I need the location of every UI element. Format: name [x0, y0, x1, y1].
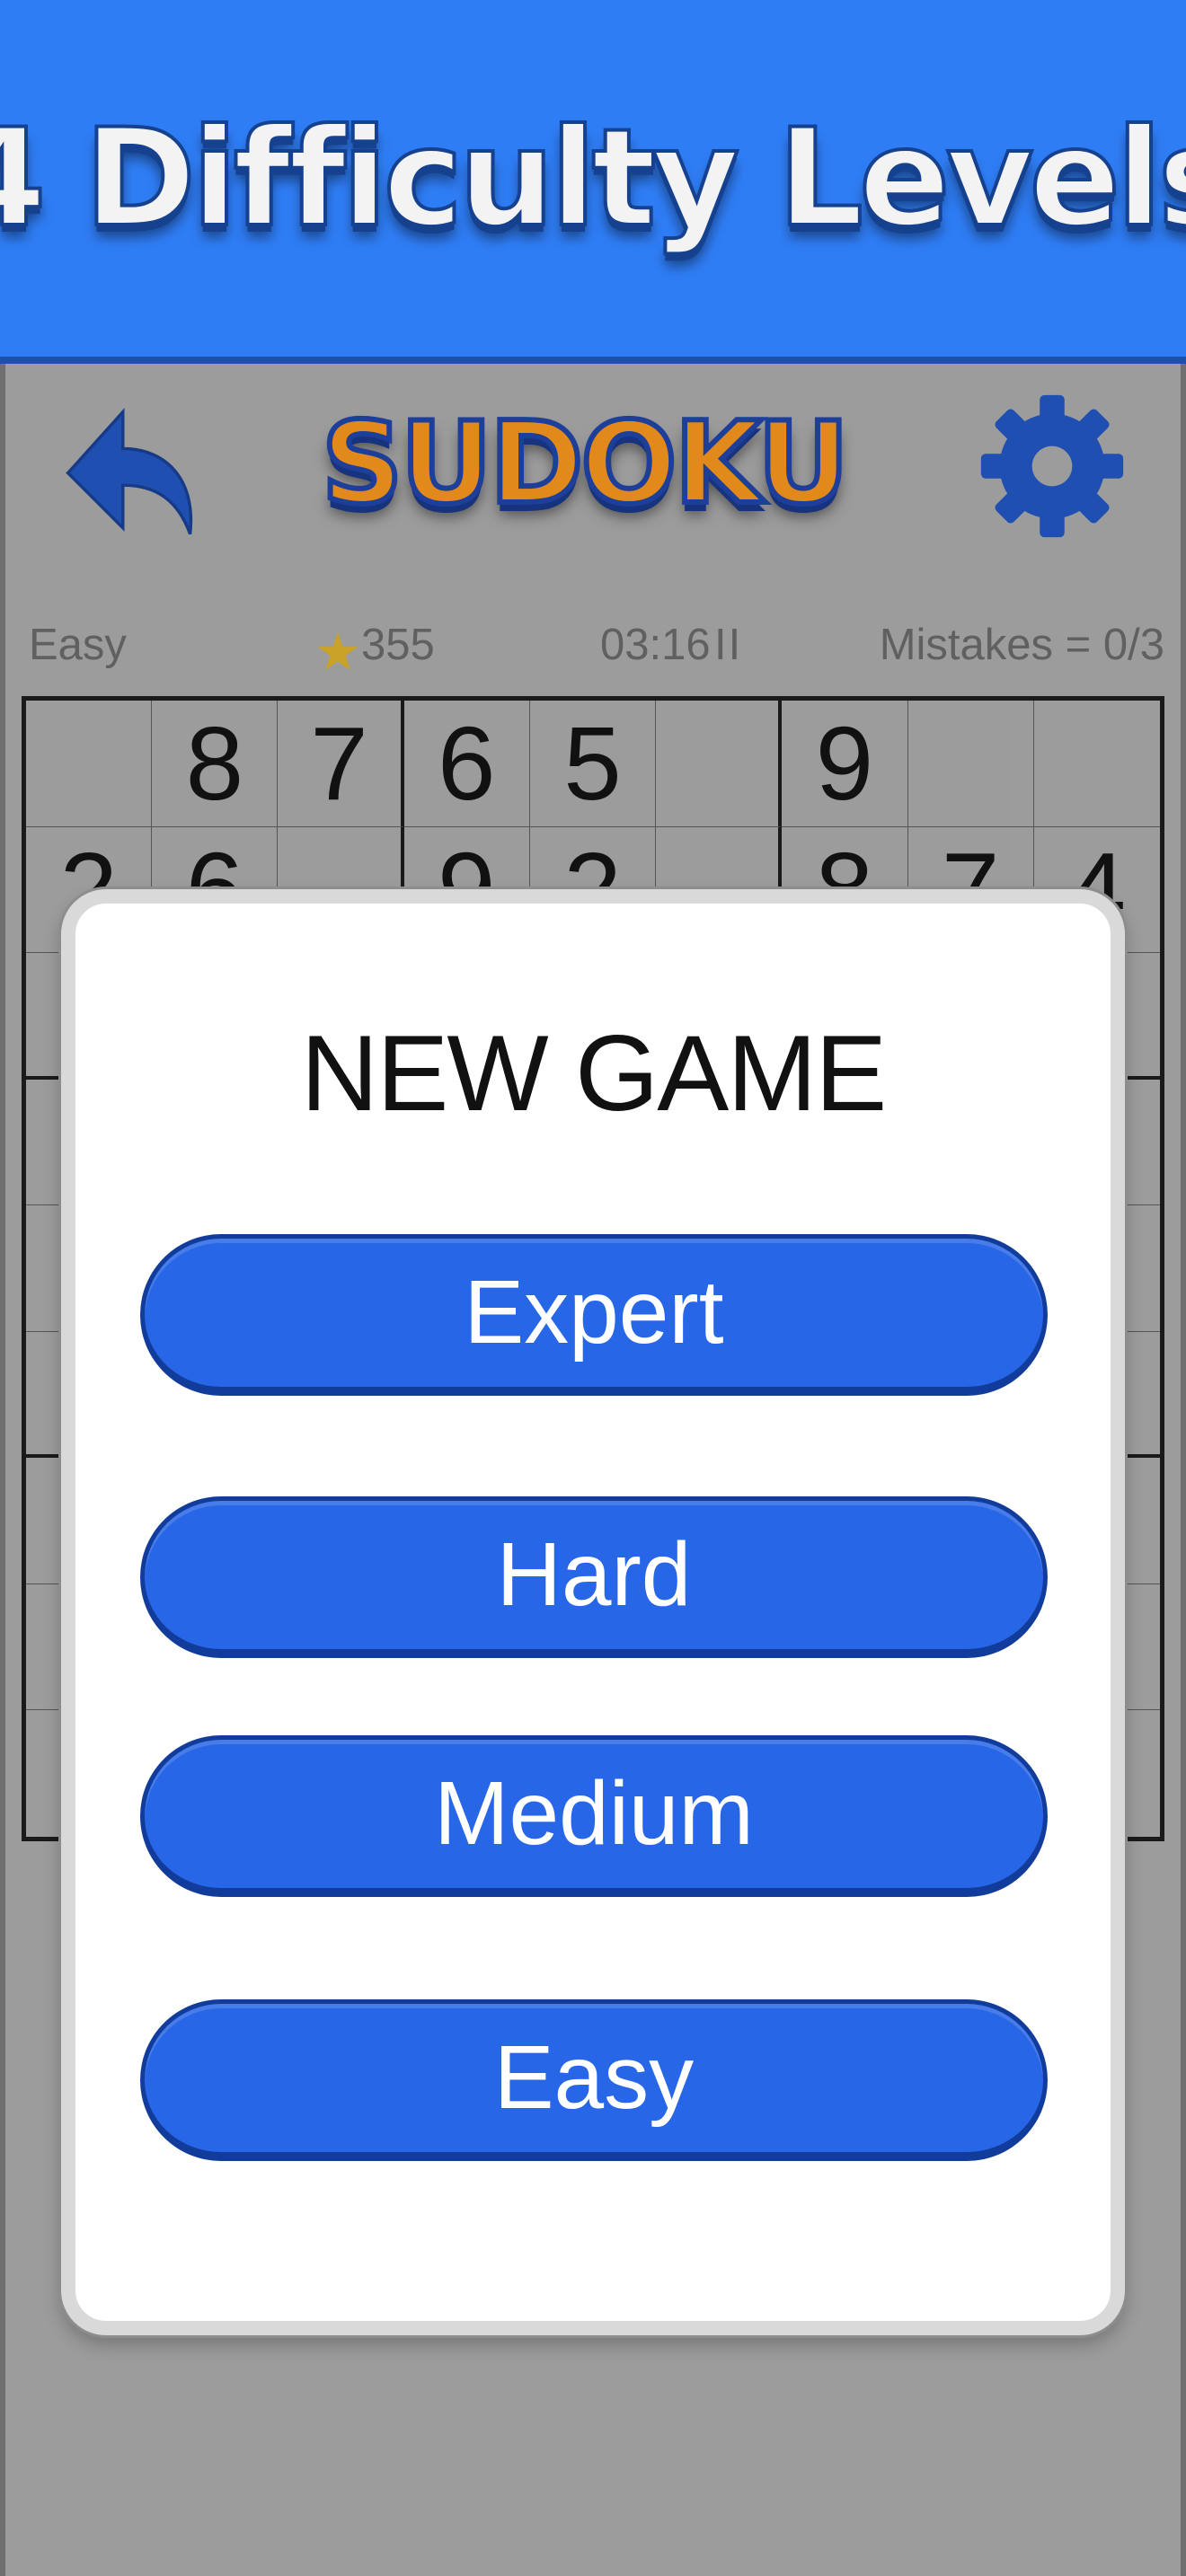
easy-button[interactable]: Easy	[140, 1999, 1048, 2161]
board-cell[interactable]: 9	[782, 701, 908, 827]
dialog-title: NEW GAME	[300, 1013, 888, 1134]
right-edge	[1181, 364, 1186, 2576]
medium-button[interactable]: Medium	[140, 1735, 1048, 1897]
status-bar: Easy ★ 355 03:16 II Mistakes = 0/3	[0, 620, 1186, 692]
left-edge	[0, 364, 5, 2576]
banner-title: 4 Difficulty Levels	[0, 99, 1186, 259]
pause-button[interactable]: II	[714, 620, 742, 670]
board-cell[interactable]: 7	[278, 701, 404, 827]
sudoku-logo: SUDOKU	[319, 394, 853, 532]
score: ★ 355	[314, 620, 435, 682]
board-cell[interactable]	[656, 701, 783, 827]
board-cell[interactable]: 8	[152, 701, 279, 827]
difficulty-label: Easy	[29, 621, 127, 669]
new-game-dialog: NEW GAME Expert Hard Medium Easy	[61, 889, 1125, 2335]
gear-icon[interactable]	[975, 389, 1129, 543]
mistakes-counter: Mistakes = 0/3	[879, 621, 1164, 669]
board-cell[interactable]: 6	[403, 701, 530, 827]
board-cell[interactable]	[1033, 701, 1160, 827]
game-header: SUDOKU	[0, 364, 1186, 561]
hard-button[interactable]: Hard	[140, 1496, 1048, 1658]
star-icon: ★	[314, 623, 361, 682]
score-value: 355	[361, 621, 435, 669]
board-cell[interactable]	[907, 701, 1034, 827]
timer: 03:16	[600, 621, 711, 669]
undo-arrow-icon[interactable]	[56, 400, 208, 552]
expert-button[interactable]: Expert	[140, 1234, 1048, 1396]
board-cell[interactable]: 5	[529, 701, 657, 827]
board-cell[interactable]	[26, 701, 153, 827]
promo-banner: 4 Difficulty Levels	[0, 0, 1186, 364]
